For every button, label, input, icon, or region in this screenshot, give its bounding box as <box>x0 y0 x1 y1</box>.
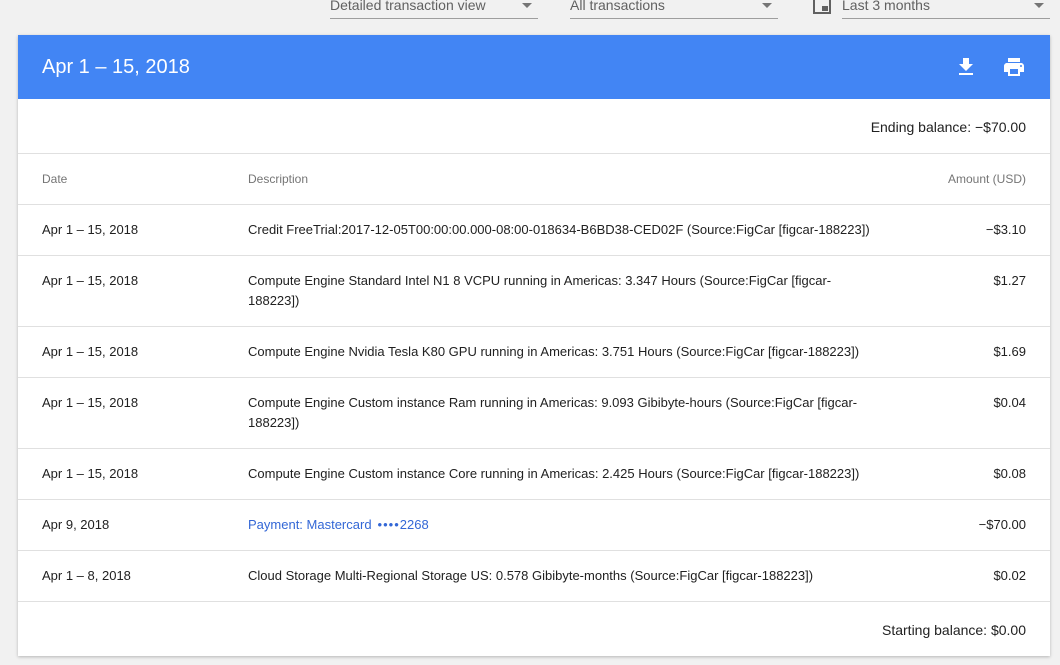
row-date: Apr 1 – 15, 2018 <box>18 377 248 449</box>
table-row: Apr 1 – 15, 2018 Compute Engine Custom i… <box>18 377 1050 449</box>
caret-down-icon <box>522 3 532 8</box>
table-header-row: Date Description Amount (USD) <box>18 154 1050 205</box>
card-mask-dots: •••• <box>377 517 400 532</box>
date-range-select[interactable]: Last 3 months <box>842 0 1050 19</box>
transactions-card: Apr 1 – 15, 2018 Ending balance: −$70.00… <box>18 35 1050 656</box>
date-range-icon <box>813 0 831 14</box>
transactions-select-value: All transactions <box>570 0 665 13</box>
view-select[interactable]: Detailed transaction view <box>330 0 538 19</box>
table-row: Apr 1 – 15, 2018 Compute Engine Standard… <box>18 255 1050 327</box>
row-amount: −$70.00 <box>886 499 1050 551</box>
column-header-amount: Amount (USD) <box>886 154 1050 205</box>
row-amount: $0.08 <box>886 448 1050 500</box>
starting-balance-row: Starting balance: $0.00 <box>18 602 1050 662</box>
table-row: Apr 1 – 8, 2018 Cloud Storage Multi-Regi… <box>18 550 1050 602</box>
row-date: Apr 1 – 15, 2018 <box>18 448 248 500</box>
table-row: Apr 9, 2018 Payment: Mastercard ••••2268 … <box>18 499 1050 551</box>
row-description: Cloud Storage Multi-Regional Storage US:… <box>248 550 886 602</box>
row-date: Apr 1 – 15, 2018 <box>18 326 248 378</box>
card-last4: 2268 <box>399 517 429 532</box>
view-select-value: Detailed transaction view <box>330 0 486 13</box>
column-header-description: Description <box>248 154 886 205</box>
row-amount: $1.27 <box>886 255 1050 327</box>
transactions-select[interactable]: All transactions <box>570 0 778 19</box>
column-header-date: Date <box>18 154 248 205</box>
payment-link[interactable]: Payment: Mastercard ••••2268 <box>248 517 429 532</box>
row-amount: $1.69 <box>886 326 1050 378</box>
download-icon[interactable] <box>954 55 978 79</box>
row-description: Compute Engine Nvidia Tesla K80 GPU runn… <box>248 326 886 378</box>
caret-down-icon <box>1034 3 1044 8</box>
period-title: Apr 1 – 15, 2018 <box>42 56 190 78</box>
print-icon[interactable] <box>1002 55 1026 79</box>
row-amount: −$3.10 <box>886 204 1050 256</box>
row-date: Apr 1 – 8, 2018 <box>18 550 248 602</box>
row-description: Compute Engine Custom instance Ram runni… <box>248 377 886 449</box>
caret-down-icon <box>762 3 772 8</box>
row-description: Credit FreeTrial:2017-12-05T00:00:00.000… <box>248 204 886 256</box>
row-date: Apr 9, 2018 <box>18 499 248 551</box>
table-row: Apr 1 – 15, 2018 Credit FreeTrial:2017-1… <box>18 204 1050 256</box>
card-header: Apr 1 – 15, 2018 <box>18 35 1050 99</box>
filter-bar: Detailed transaction view All transactio… <box>0 0 1060 34</box>
payment-label: Payment: Mastercard <box>248 517 372 532</box>
row-description: Compute Engine Standard Intel N1 8 VCPU … <box>248 255 886 327</box>
transactions-table: Date Description Amount (USD) Apr 1 – 15… <box>18 154 1050 602</box>
ending-balance-row: Ending balance: −$70.00 <box>18 99 1050 154</box>
row-amount: $0.02 <box>886 550 1050 602</box>
row-description: Payment: Mastercard ••••2268 <box>248 499 886 551</box>
row-date: Apr 1 – 15, 2018 <box>18 255 248 327</box>
row-description: Compute Engine Custom instance Core runn… <box>248 448 886 500</box>
date-range-select-value: Last 3 months <box>842 0 930 13</box>
starting-balance: Starting balance: $0.00 <box>882 622 1026 638</box>
row-date: Apr 1 – 15, 2018 <box>18 204 248 256</box>
ending-balance: Ending balance: −$70.00 <box>870 119 1026 135</box>
table-row: Apr 1 – 15, 2018 Compute Engine Nvidia T… <box>18 326 1050 378</box>
table-row: Apr 1 – 15, 2018 Compute Engine Custom i… <box>18 448 1050 500</box>
row-amount: $0.04 <box>886 377 1050 449</box>
